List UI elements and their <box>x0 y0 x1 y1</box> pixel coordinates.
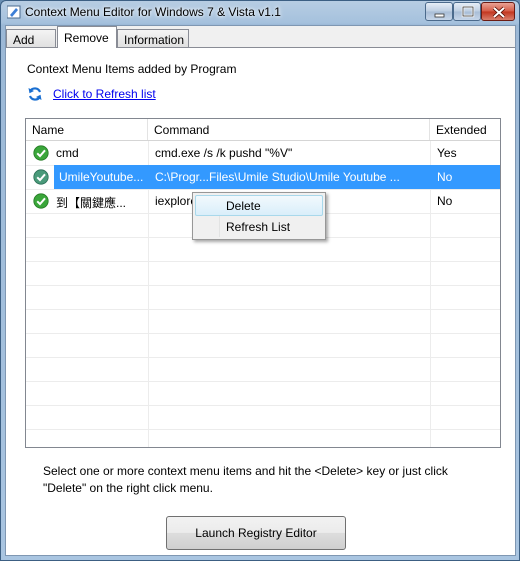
maximize-button[interactable] <box>453 2 481 21</box>
row-extended: No <box>437 194 453 208</box>
tab-information[interactable]: Information <box>117 29 189 47</box>
row-name: UmileYoutube... <box>59 170 144 184</box>
table-row[interactable]: cmd cmd.exe /s /k pushd "%V" Yes <box>26 141 500 165</box>
green-check-icon <box>33 145 49 161</box>
context-menu: Delete Refresh List <box>192 192 326 240</box>
row-name: cmd <box>56 146 79 160</box>
minimize-button[interactable] <box>425 2 453 21</box>
green-check-icon <box>33 193 49 209</box>
remove-panel: Context Menu Items added by Program Clic… <box>6 47 515 555</box>
grid-line <box>26 429 500 430</box>
client-area: Add Remove Information Context Menu Item… <box>5 25 516 556</box>
pen-icon <box>7 5 21 19</box>
grid-line <box>26 309 500 310</box>
tab-remove[interactable]: Remove <box>57 26 117 48</box>
row-command: C:\Progr...Files\Umile Studio\Umile Yout… <box>155 170 400 184</box>
tab-strip: Add Remove Information <box>6 26 515 48</box>
table-row[interactable]: UmileYoutube... C:\Progr...Files\Umile S… <box>26 165 500 189</box>
green-check-icon <box>33 169 49 185</box>
close-icon <box>492 6 506 19</box>
row-name: 到【關鍵應... <box>56 196 127 210</box>
list-header: Name Command Extended <box>26 119 500 141</box>
tab-add[interactable]: Add <box>6 29 56 47</box>
grid-line <box>26 405 500 406</box>
menu-item-delete[interactable]: Delete <box>195 195 323 216</box>
minimize-icon <box>434 13 445 18</box>
help-text: Select one or more context menu items an… <box>43 464 448 495</box>
row-command: cmd.exe /s /k pushd "%V" <box>155 146 293 160</box>
refresh-icon[interactable] <box>27 86 43 102</box>
column-header-name[interactable]: Name <box>26 119 148 140</box>
app-window: Context Menu Editor for Windows 7 & Vist… <box>0 0 520 561</box>
grid-line <box>26 381 500 382</box>
grid-line <box>26 285 500 286</box>
section-label: Context Menu Items added by Program <box>27 62 237 76</box>
title-bar[interactable]: Context Menu Editor for Windows 7 & Vist… <box>1 1 519 25</box>
grid-line <box>26 261 500 262</box>
maximize-icon <box>461 5 475 18</box>
launch-registry-editor-button[interactable]: Launch Registry Editor <box>166 516 346 550</box>
column-header-command[interactable]: Command <box>148 119 430 140</box>
grid-line <box>26 333 500 334</box>
column-header-extended[interactable]: Extended <box>430 119 500 140</box>
context-items-list[interactable]: Name Command Extended cmd cmd.exe /s /k … <box>25 118 501 448</box>
grid-line <box>26 357 500 358</box>
refresh-list-link[interactable]: Click to Refresh list <box>53 87 156 101</box>
row-extended: Yes <box>437 146 457 160</box>
menu-item-refresh-list[interactable]: Refresh List <box>195 216 323 237</box>
close-button[interactable] <box>481 2 515 21</box>
row-extended: No <box>437 170 453 184</box>
window-title: Context Menu Editor for Windows 7 & Vist… <box>25 5 281 19</box>
